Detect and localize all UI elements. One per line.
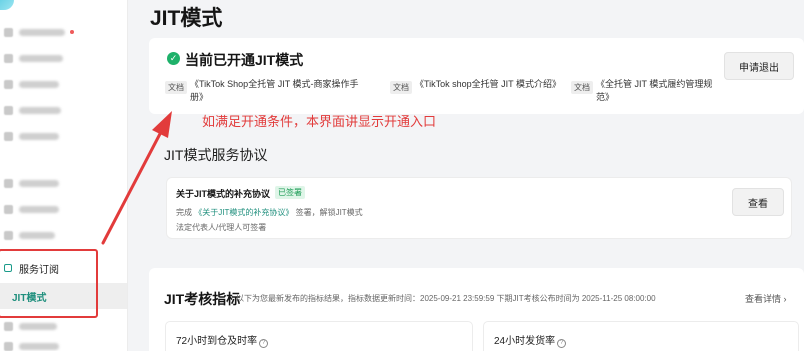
annotation-arrow <box>101 111 172 245</box>
